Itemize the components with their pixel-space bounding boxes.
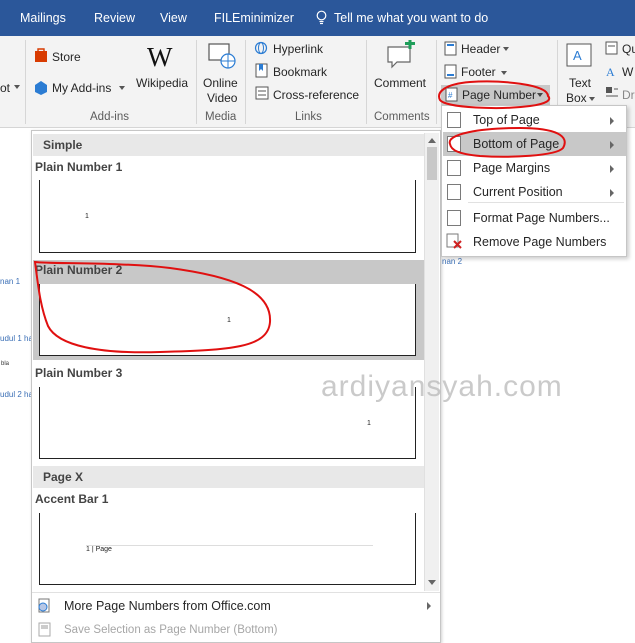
bottom-of-page-annotation [448, 126, 566, 158]
plain-number-2-annotation [33, 260, 272, 354]
watermark-text: ardiyansyah.com [321, 370, 563, 403]
page-number-annotation [438, 80, 551, 109]
annotation-overlay [33, 80, 566, 354]
